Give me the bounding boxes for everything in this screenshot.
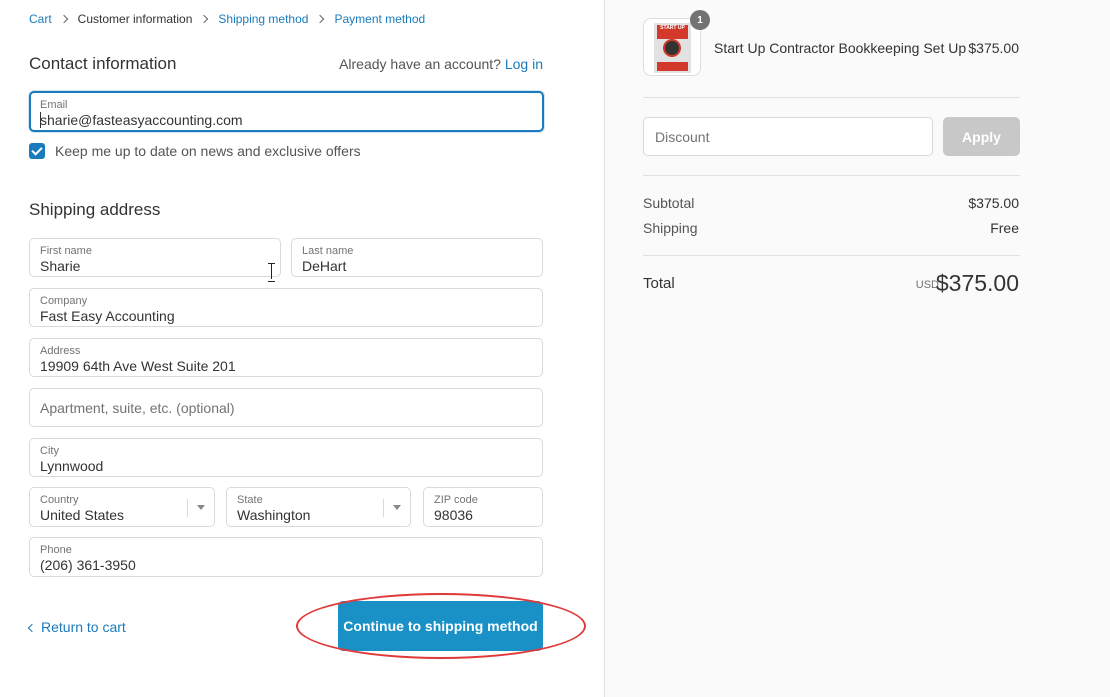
breadcrumb-cart[interactable]: Cart xyxy=(29,12,52,26)
shipping-value: Free xyxy=(990,220,1019,236)
total-value: $375.00 xyxy=(935,270,1019,296)
first-name-label: First name xyxy=(40,245,92,257)
address-value: 19909 64th Ave West Suite 201 xyxy=(40,358,236,374)
divider xyxy=(643,255,1020,256)
state-label: State xyxy=(237,494,263,506)
state-value: Washington xyxy=(237,507,311,523)
contact-information-title: Contact information xyxy=(29,54,177,73)
country-value: United States xyxy=(40,507,125,523)
apartment-placeholder: Apartment, suite, etc. (optional) xyxy=(40,400,235,416)
email-field[interactable]: Email sharie@fasteasyaccounting.com xyxy=(29,91,544,132)
company-field[interactable]: Company Fast Easy Accounting xyxy=(29,288,543,327)
country-label: Country xyxy=(40,494,79,506)
first-name-field[interactable]: First name Sharie xyxy=(29,238,281,277)
phone-label: Phone xyxy=(40,544,72,556)
account-prompt: Already have an account? Log in xyxy=(339,56,543,72)
email-value: sharie@fasteasyaccounting.com xyxy=(40,112,243,128)
company-value: Fast Easy Accounting xyxy=(40,308,175,324)
last-name-field[interactable]: Last name DeHart xyxy=(291,238,543,277)
product-thumbnail: START UP 1 xyxy=(643,10,710,76)
city-label: City xyxy=(40,445,59,457)
quantity-badge: 1 xyxy=(690,10,710,30)
chevron-right-icon xyxy=(317,13,325,25)
divider xyxy=(643,175,1020,176)
address-field[interactable]: Address 19909 64th Ave West Suite 201 xyxy=(29,338,543,377)
login-link[interactable]: Log in xyxy=(505,56,543,72)
breadcrumb-payment-method[interactable]: Payment method xyxy=(334,12,425,26)
zip-field[interactable]: ZIP code 98036 xyxy=(423,487,543,527)
company-label: Company xyxy=(40,295,88,307)
product-image: START UP xyxy=(654,23,691,73)
select-divider xyxy=(187,499,188,517)
chevron-right-icon xyxy=(201,13,209,25)
chevron-down-icon xyxy=(393,505,401,510)
text-cursor-icon xyxy=(267,263,276,282)
product-image-footer xyxy=(657,62,688,71)
email-label: Email xyxy=(40,99,68,111)
shipping-address-title: Shipping address xyxy=(29,200,161,219)
chevron-right-icon xyxy=(61,13,69,25)
discount-input[interactable]: Discount xyxy=(643,117,933,156)
city-field[interactable]: City Lynnwood xyxy=(29,438,543,477)
subtotal-label: Subtotal xyxy=(643,195,695,211)
shipping-label: Shipping xyxy=(643,220,698,236)
breadcrumb: Cart Customer information Shipping metho… xyxy=(29,12,425,26)
address-label: Address xyxy=(40,345,81,357)
product-image-banner: START UP xyxy=(657,25,688,39)
product-image-logo xyxy=(663,39,681,57)
divider xyxy=(643,97,1020,98)
zip-label: ZIP code xyxy=(434,494,478,506)
subtotal-value: $375.00 xyxy=(968,195,1019,211)
phone-value: (206) 361-3950 xyxy=(40,557,136,573)
text-caret xyxy=(40,112,41,128)
order-summary: START UP 1 Start Up Contractor Bookkeepi… xyxy=(604,0,1110,697)
apply-button[interactable]: Apply xyxy=(943,117,1020,156)
zip-value: 98036 xyxy=(434,507,473,523)
chevron-left-icon xyxy=(27,623,37,632)
return-to-cart-label: Return to cart xyxy=(41,619,126,635)
city-value: Lynnwood xyxy=(40,458,104,474)
apartment-field[interactable]: Apartment, suite, etc. (optional) xyxy=(29,388,543,427)
last-name-label: Last name xyxy=(302,245,354,257)
account-prompt-text: Already have an account? xyxy=(339,56,501,72)
newsletter-checkbox[interactable] xyxy=(29,143,45,159)
country-select[interactable]: Country United States xyxy=(29,487,215,527)
breadcrumb-customer-information: Customer information xyxy=(77,12,193,26)
continue-to-shipping-button[interactable]: Continue to shipping method xyxy=(338,601,543,651)
select-divider xyxy=(383,499,384,517)
first-name-value: Sharie xyxy=(40,258,81,274)
discount-placeholder: Discount xyxy=(655,129,710,145)
phone-field[interactable]: Phone (206) 361-3950 xyxy=(29,537,543,577)
total-label: Total xyxy=(643,275,675,292)
breadcrumb-shipping-method[interactable]: Shipping method xyxy=(218,12,308,26)
state-select[interactable]: State Washington xyxy=(226,487,411,527)
newsletter-label: Keep me up to date on news and exclusive… xyxy=(55,143,361,159)
chevron-down-icon xyxy=(197,505,205,510)
checkout-main: Cart Customer information Shipping metho… xyxy=(0,0,604,697)
return-to-cart-link[interactable]: Return to cart xyxy=(27,619,126,635)
product-price: $375.00 xyxy=(968,40,1019,56)
product-name: Start Up Contractor Bookkeeping Set Up xyxy=(714,40,967,56)
last-name-value: DeHart xyxy=(302,258,347,274)
